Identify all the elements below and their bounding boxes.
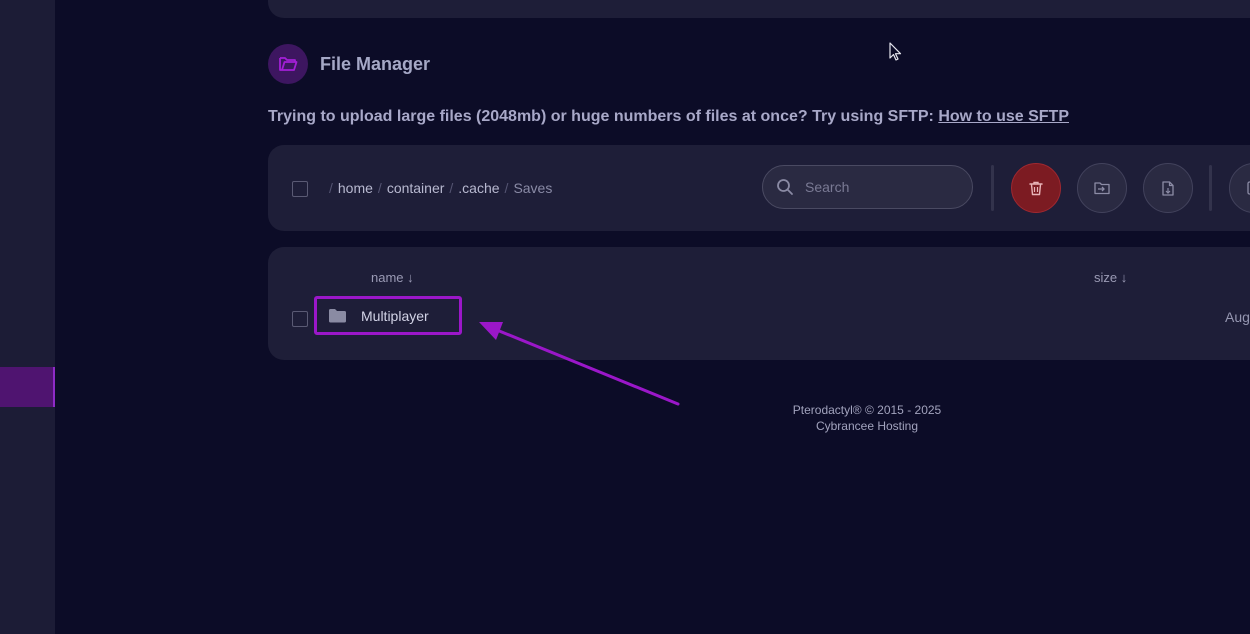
- row-name: Multiplayer: [361, 307, 429, 324]
- sidebar: [0, 0, 55, 634]
- breadcrumb: / home / container / .cache / Saves: [324, 180, 552, 196]
- breadcrumb-cache[interactable]: .cache: [458, 180, 499, 196]
- sidebar-item-active[interactable]: [0, 367, 55, 407]
- folder-open-icon: [268, 44, 308, 84]
- breadcrumb-saves: Saves: [513, 180, 553, 196]
- search-box[interactable]: [762, 165, 973, 209]
- search-input[interactable]: [803, 178, 957, 196]
- page-title: File Manager: [320, 53, 431, 74]
- toolbar-divider: [991, 165, 994, 211]
- upload-notice: Trying to upload large files (2048mb) or…: [268, 108, 1069, 126]
- breadcrumb-separator: /: [504, 180, 509, 196]
- select-all-checkbox[interactable]: [292, 181, 308, 197]
- search-icon: [777, 179, 793, 195]
- row-checkbox[interactable]: [292, 311, 308, 327]
- toolbar-divider: [1209, 165, 1212, 211]
- breadcrumb-home[interactable]: home: [338, 180, 373, 196]
- column-header-name[interactable]: name ↓: [371, 270, 414, 285]
- new-folder-button[interactable]: [1077, 163, 1127, 213]
- breadcrumb-separator: /: [329, 180, 333, 196]
- breadcrumb-separator: /: [377, 180, 382, 196]
- folder-import-icon: [1094, 182, 1110, 195]
- page: File Manager Trying to upload large file…: [0, 0, 1250, 634]
- folder-icon: [329, 309, 346, 323]
- row-modified: Aug: [1225, 309, 1250, 325]
- file-import-icon: [1162, 180, 1174, 196]
- file-manager-header: File Manager: [268, 44, 430, 84]
- breadcrumb-container[interactable]: container: [387, 180, 445, 196]
- footer: Pterodactyl® © 2015 - 2025 Cybrancee Hos…: [742, 402, 992, 434]
- upload-notice-text: Trying to upload large files (2048mb) or…: [268, 108, 939, 125]
- footer-copyright: Pterodactyl® © 2015 - 2025: [792, 403, 942, 417]
- breadcrumb-separator: /: [449, 180, 454, 196]
- footer-host: Cybrancee Hosting: [815, 419, 919, 433]
- delete-button[interactable]: [1011, 163, 1061, 213]
- upload-file-button[interactable]: [1143, 163, 1193, 213]
- table-row[interactable]: Multiplayer: [314, 296, 462, 335]
- trash-icon: [1029, 181, 1043, 195]
- sftp-help-link[interactable]: How to use SFTP: [938, 108, 1069, 125]
- top-card: [268, 0, 1250, 18]
- column-header-size[interactable]: size ↓: [1094, 270, 1127, 285]
- cursor-icon: [889, 42, 902, 61]
